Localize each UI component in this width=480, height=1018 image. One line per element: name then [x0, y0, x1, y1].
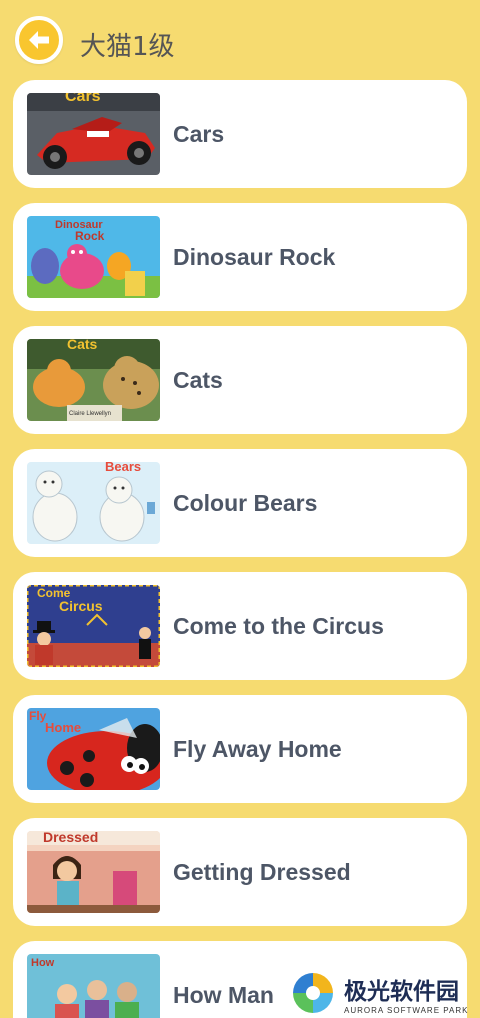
book-card-fly-away-home[interactable]: Fly Home Fly Away Home — [13, 695, 467, 803]
book-title: Cats — [173, 366, 223, 393]
watermark: 极光软件园 AURORA SOFTWARE PARK — [290, 968, 478, 1018]
svg-text:How: How — [31, 957, 55, 969]
aurora-logo-icon — [293, 973, 333, 1013]
book-card-getting-dressed[interactable]: Dressed Getting Dressed — [13, 818, 467, 926]
page-title: 大猫1级 — [80, 32, 175, 62]
book-title: Cars — [173, 120, 225, 147]
svg-text:Dressed: Dressed — [43, 831, 98, 845]
svg-text:Home: Home — [45, 720, 81, 735]
book-card-cars[interactable]: Cars Cars — [13, 80, 467, 188]
back-arrow-icon — [29, 31, 49, 49]
book-cover-getting-dressed: Dressed — [27, 831, 160, 913]
book-title: Getting Dressed — [173, 858, 351, 885]
book-title: Dinosaur Rock — [173, 243, 336, 270]
book-title: Come to the Circus — [173, 612, 384, 639]
svg-text:Circus: Circus — [59, 598, 103, 614]
book-title: How Man — [173, 981, 274, 1008]
book-card-dinosaur-rock[interactable]: Dinosaur Rock Dinosaur Rock — [13, 203, 467, 311]
svg-text:Fly: Fly — [29, 709, 47, 723]
back-button[interactable] — [15, 16, 63, 64]
svg-text:Cats: Cats — [67, 339, 98, 352]
watermark-en: AURORA SOFTWARE PARK — [344, 1005, 469, 1015]
book-cover-colour-bears: Bears — [27, 462, 160, 544]
book-card-come-to-the-circus[interactable]: Come Circus Come to the Circus — [13, 572, 467, 680]
book-cover-come-to-the-circus: Come Circus — [27, 585, 160, 667]
book-card-cats[interactable]: Cats Claire Llewellyn Cats — [13, 326, 467, 434]
book-card-colour-bears[interactable]: Bears Colour Bears — [13, 449, 467, 557]
svg-text:Claire Llewellyn: Claire Llewellyn — [69, 411, 111, 417]
header: 大猫1级 — [0, 0, 480, 80]
svg-text:Rock: Rock — [75, 229, 105, 243]
book-title: Colour Bears — [173, 489, 318, 516]
book-cover-fly-away-home: Fly Home — [27, 708, 160, 790]
book-cover-how-many: How — [27, 954, 160, 1018]
cover-text: Cars — [65, 93, 101, 105]
book-cover-cars: Cars — [27, 93, 160, 175]
watermark-cn: 极光软件园 — [344, 978, 459, 1005]
book-title: Fly Away Home — [173, 735, 342, 762]
book-list: Cars Cars Dinosaur Rock Dinosaur Rock Ca… — [13, 80, 467, 1018]
svg-text:Bears: Bears — [105, 462, 141, 474]
book-cover-dinosaur-rock: Dinosaur Rock — [27, 216, 160, 298]
book-cover-cats: Cats Claire Llewellyn — [27, 339, 160, 421]
